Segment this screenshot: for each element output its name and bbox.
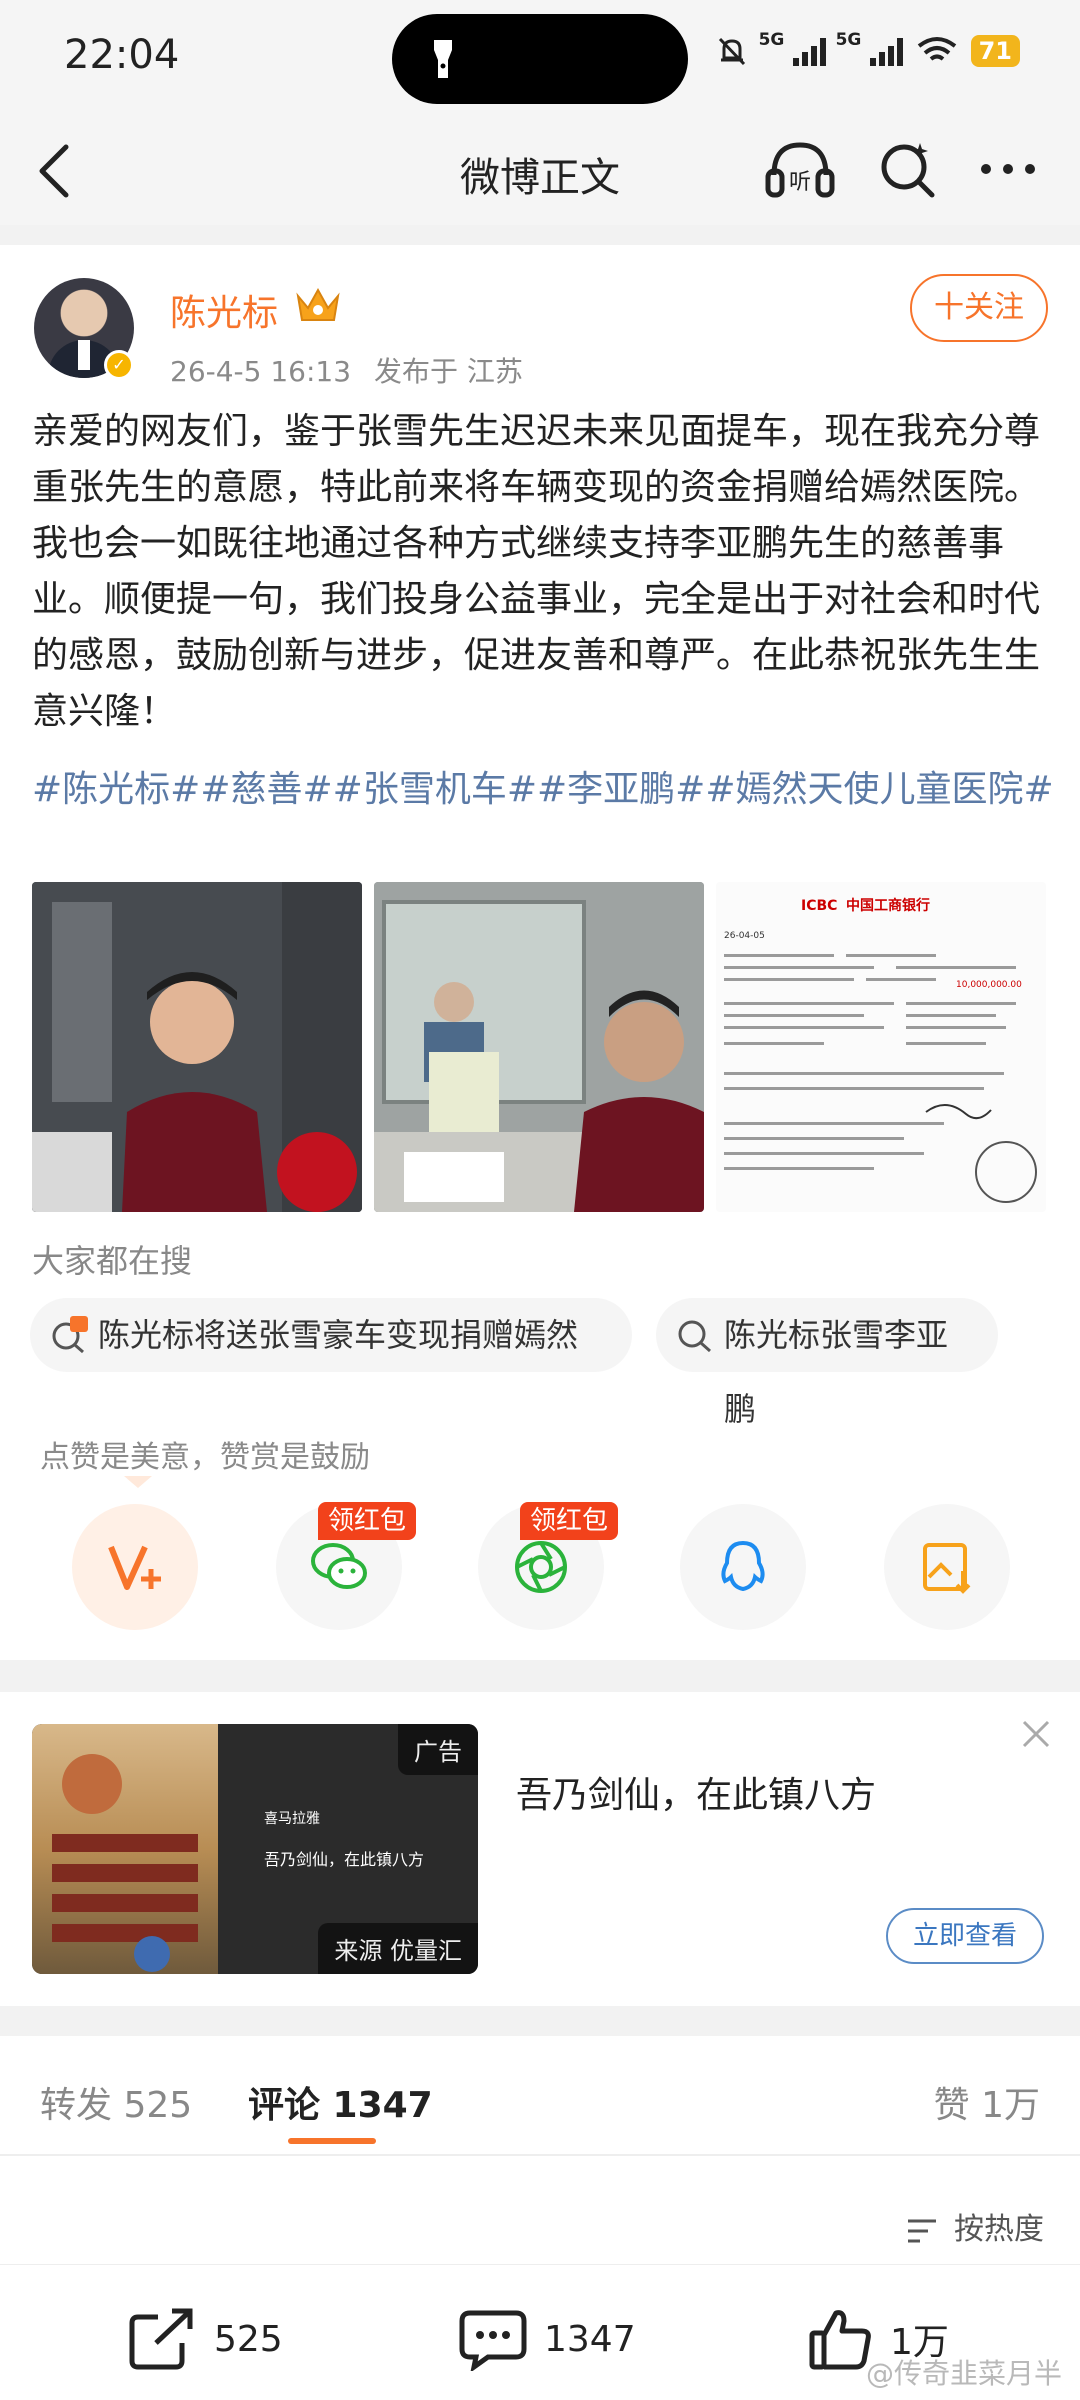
top-nav-bar: 微博正文 听 [0,115,1080,225]
interaction-tabs: 转发 525 评论 1347 赞 1万 [0,2036,1080,2154]
reward-tip: 点赞是美意，赞赏是鼓励 [40,1440,370,1475]
ad-book-cover [32,1724,218,1974]
red-packet-badge-1[interactable]: 领红包 [318,1502,417,1540]
wifi-icon [917,37,956,61]
share-icon [129,2308,193,2370]
repost-count: 525 [214,2318,283,2360]
listen-icon[interactable]: 听 [764,137,836,201]
ad-source: 来源 优量汇 [318,1923,478,1974]
section-divider [0,1660,1080,1692]
wechat-icon [311,1543,367,1589]
comment-icon [459,2310,527,2371]
search-icon[interactable] [876,137,940,201]
search-small-icon [678,1320,711,1353]
tab-repost[interactable]: 转发 525 [40,2076,192,2128]
mute-bell-icon [718,37,745,66]
sort-toggle[interactable]: 按热度 [906,2204,1044,2248]
ad-view-button[interactable]: 立即查看 [886,1908,1044,1964]
comment-count: 1347 [544,2318,636,2360]
cellular-signal-2: 5G [836,30,903,66]
search-chip-1-label: 陈光标将送张雪豪车变现捐赠嫣然 [98,1316,579,1354]
red-packet-badge-2[interactable]: 领红包 [520,1502,619,1540]
close-icon[interactable] [1020,1718,1052,1750]
section-divider [0,225,1080,245]
post-hashtags[interactable]: #陈光标##慈善##张雪机车##李亚鹏##嫣然天使儿童医院# [32,762,1056,818]
ad-brand: 喜马拉雅 [264,1811,320,1827]
sort-icon [908,2219,937,2242]
trending-search-title: 大家都在搜 [32,1242,193,1280]
save-image-button[interactable] [884,1504,1010,1630]
tab-comment[interactable]: 评论 1347 [248,2076,433,2128]
tab-like[interactable]: 赞 1万 [934,2076,1040,2128]
author-name[interactable]: 陈光标 [170,284,278,336]
post-photo-1[interactable] [32,882,362,1212]
ad-label: 广告 [398,1724,478,1775]
search-chip-2[interactable]: 陈光标张雪李亚鹏 [656,1298,998,1428]
post-photo-3-receipt[interactable]: ICBC 中国工商银行 26-04-05 10,000,000.00 [716,882,1046,1212]
tab-divider [0,2154,1080,2156]
post-photo-2[interactable] [374,882,704,1212]
ad-inner-text: 吾乃剑仙，在此镇八方 [264,1850,425,1869]
sort-label: 按热度 [954,2212,1044,2247]
svg-text:听: 听 [789,170,811,195]
section-divider [0,2006,1080,2036]
post-text: 亲爱的网友们，鉴于张雪先生迟迟未来见面提车，现在我充分尊重张先生的意愿，特此前来… [32,411,1041,732]
svg-text:26-04-05: 26-04-05 [724,931,765,941]
post-location: 发布于 江苏 [373,355,523,388]
thumbs-up-icon [809,2310,871,2370]
vip-crown-icon [296,287,340,321]
comment-action[interactable]: 1347 [458,2307,636,2371]
share-qq-button[interactable] [680,1504,806,1630]
photo-person-at-bank [32,882,362,1212]
follow-button[interactable]: 十关注 [910,274,1048,342]
search-chip-2-label: 陈光标张雪李亚鹏 [724,1316,949,1428]
svg-text:10,000,000.00: 10,000,000.00 [956,980,1022,990]
ad-image[interactable]: 喜马拉雅 吾乃剑仙，在此镇八方 广告 来源 优量汇 [32,1724,478,1974]
status-time: 22:04 [64,32,180,78]
battery-level: 71 [970,35,1020,67]
post-timestamp: 26-4-5 16:13 [170,355,352,388]
cellular-signal-1: 5G [759,30,826,66]
flashlight-icon [434,40,452,78]
repost-action[interactable]: 525 [128,2307,283,2371]
bank-receipt-image: ICBC 中国工商银行 26-04-05 10,000,000.00 [716,882,1046,1212]
save-image-icon [923,1543,971,1594]
qq-icon [721,1540,765,1592]
bottom-action-bar: 525 1347 1万 @传奇韭菜月半 [0,2264,1080,2400]
svg-text:ICBC: ICBC [801,898,837,914]
active-tab-indicator [288,2138,376,2144]
verified-badge-icon: ✓ [104,350,134,380]
more-icon[interactable] [978,145,1038,193]
moments-icon [515,1541,567,1593]
search-chip-1[interactable]: 陈光标将送张雪豪车变现捐赠嫣然 [30,1298,632,1372]
post-meta: 26-4-5 16:13 发布于 江苏 [170,350,523,390]
reward-button[interactable] [72,1504,198,1630]
tip-arrow [124,1476,152,1488]
dynamic-island [392,14,688,104]
status-icons: 5G 5G 71 [715,30,1020,68]
svg-text:中国工商银行: 中国工商银行 [846,897,930,914]
reward-v-icon [108,1545,161,1590]
status-bar: 22:04 5G 5G 71 [0,0,1080,115]
watermark: @传奇韭菜月半 [865,2357,1062,2390]
hot-search-icon [52,1316,88,1354]
ad-title[interactable]: 吾乃剑仙，在此镇八方 [516,1766,876,1818]
photo-bank-counter [374,882,704,1212]
